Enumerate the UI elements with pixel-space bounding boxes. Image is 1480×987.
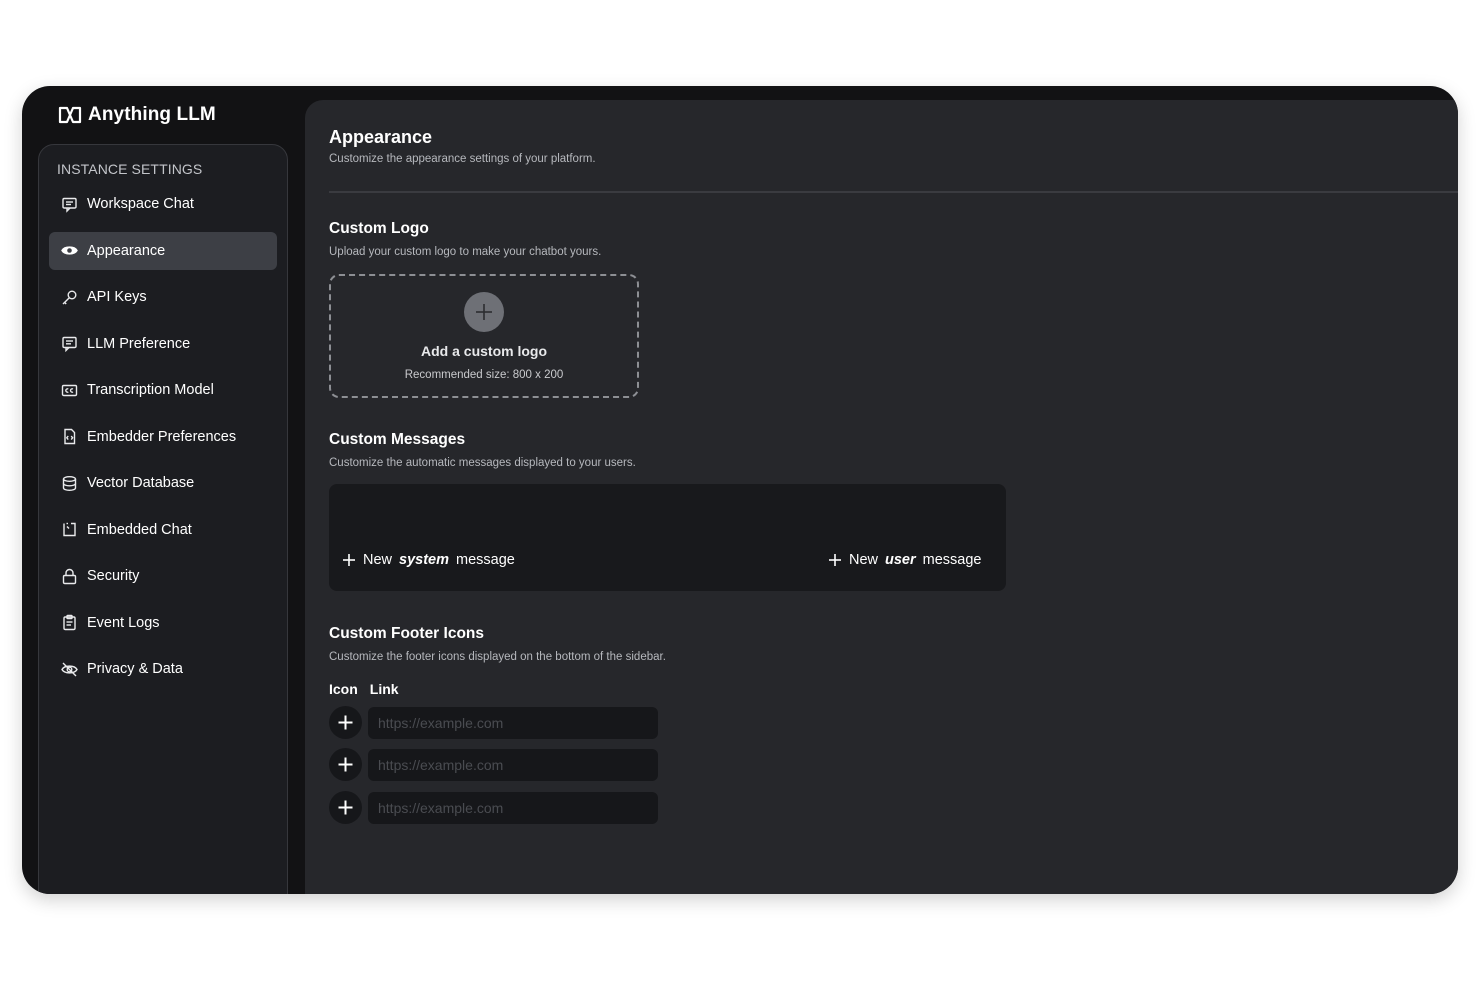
settings-main: Appearance Customize the appearance sett… xyxy=(305,100,1458,894)
sidebar-item-label: Vector Database xyxy=(87,475,195,491)
new-user-message-button[interactable]: New user message xyxy=(828,552,982,568)
plus-icon xyxy=(338,757,353,772)
plus-icon xyxy=(338,800,353,815)
page-title: Appearance xyxy=(329,127,433,147)
footer-icon-row xyxy=(329,791,658,824)
sidebar-item-label: Event Logs xyxy=(87,614,160,631)
add-footer-icon-button[interactable] xyxy=(329,706,362,739)
footer-icon-row xyxy=(329,706,658,739)
logo-upload-title: Add a custom logo xyxy=(421,343,547,359)
button-label-prefix: New xyxy=(363,552,393,568)
custom-logo-description: Upload your custom logo to make your cha… xyxy=(329,246,602,258)
sidebar-item-llm-preference[interactable]: LLM Preference xyxy=(49,325,277,363)
plus-icon xyxy=(829,554,841,566)
lock-icon xyxy=(61,568,78,585)
new-system-message-button[interactable]: New system message xyxy=(342,552,515,568)
anything-llm-logo-icon xyxy=(58,106,82,124)
eye-icon xyxy=(61,242,78,259)
page-subtitle: Customize the appearance settings of you… xyxy=(329,153,596,165)
sidebar-item-label: Embedded Chat xyxy=(87,521,192,538)
custom-messages-panel: New system message New user message xyxy=(329,484,1006,591)
app-window: Anything LLM INSTANCE SETTINGS Workspace… xyxy=(22,86,1458,894)
footer-icon-row xyxy=(329,748,658,781)
button-label-suffix: message xyxy=(456,552,515,568)
plus-icon xyxy=(343,554,355,566)
footer-link-input[interactable] xyxy=(368,706,658,739)
eye-slash-icon xyxy=(61,661,78,678)
logo-upload-dropzone[interactable]: Add a custom logo Recommended size: 800 … xyxy=(329,274,639,398)
sidebar-item-api-keys[interactable]: API Keys xyxy=(49,278,277,316)
sidebar-item-embedded-chat[interactable]: Embedded Chat xyxy=(49,511,277,549)
sidebar-item-transcription-model[interactable]: Transcription Model xyxy=(49,371,277,409)
sidebar-item-security[interactable]: Security xyxy=(49,557,277,595)
header-divider xyxy=(329,191,1458,193)
brand-logo: Anything LLM xyxy=(58,104,216,126)
sidebar-item-label: LLM Preference xyxy=(87,335,191,352)
logo-upload-hint: Recommended size: 800 x 200 xyxy=(404,369,564,381)
sidebar-item-workspace-chat[interactable]: Workspace Chat xyxy=(49,185,277,223)
sidebar-item-label: Security xyxy=(87,568,140,584)
sidebar-item-label: Appearance xyxy=(87,242,166,259)
settings-sidebar: INSTANCE SETTINGS Workspace Chat Appeara… xyxy=(38,144,288,894)
button-label-emphasis: user xyxy=(885,552,916,568)
icon-column-label: Icon xyxy=(329,681,358,697)
sidebar-item-label: Transcription Model xyxy=(87,382,214,398)
plus-icon xyxy=(338,715,353,730)
chat-icon xyxy=(61,196,78,213)
button-label-prefix: New xyxy=(849,552,879,568)
footer-icons-header: Icon Link xyxy=(329,681,399,697)
add-footer-icon-button[interactable] xyxy=(329,748,362,781)
button-label-suffix: message xyxy=(922,552,982,568)
sidebar-item-label: Embedder Preferences xyxy=(87,428,237,445)
footer-icons-title: Custom Footer Icons xyxy=(329,625,485,642)
custom-messages-title: Custom Messages xyxy=(329,431,466,448)
message-icon xyxy=(61,335,78,352)
footer-link-input[interactable] xyxy=(368,748,658,781)
database-icon xyxy=(61,475,78,492)
brand-name: Anything LLM xyxy=(88,104,216,125)
clipboard-icon xyxy=(61,614,78,631)
plus-icon xyxy=(464,292,504,332)
sidebar-item-privacy-data[interactable]: Privacy & Data xyxy=(49,650,277,688)
sidebar-item-label: Workspace Chat xyxy=(87,196,194,212)
custom-messages-description: Customize the automatic messages display… xyxy=(329,457,636,469)
custom-logo-title: Custom Logo xyxy=(329,220,429,237)
closed-caption-icon xyxy=(61,382,78,399)
footer-icons-description: Customize the footer icons displayed on … xyxy=(329,651,666,663)
sidebar-item-embedder-preferences[interactable]: Embedder Preferences xyxy=(49,418,277,456)
key-icon xyxy=(61,289,78,306)
sidebar-item-label: API Keys xyxy=(87,289,147,305)
embed-icon xyxy=(61,521,78,538)
sidebar-heading: INSTANCE SETTINGS xyxy=(57,161,203,177)
footer-link-input[interactable] xyxy=(368,791,658,824)
sidebar-item-event-logs[interactable]: Event Logs xyxy=(49,604,277,642)
add-footer-icon-button[interactable] xyxy=(329,791,362,824)
sidebar-item-appearance[interactable]: Appearance xyxy=(49,231,277,270)
sidebar-item-vector-database[interactable]: Vector Database xyxy=(49,464,277,502)
sidebar-item-label: Privacy & Data xyxy=(87,661,183,677)
button-label-emphasis: system xyxy=(399,552,449,568)
link-column-label: Link xyxy=(369,681,399,697)
file-code-icon xyxy=(61,428,78,445)
